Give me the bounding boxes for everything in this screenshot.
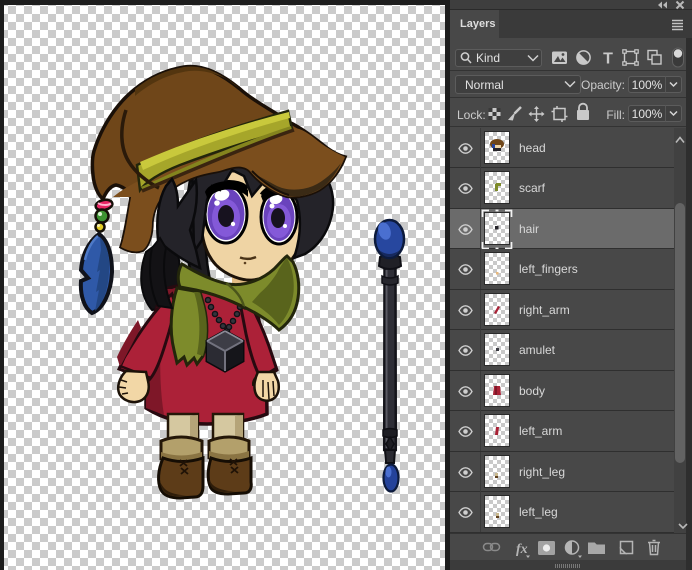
svg-text:T: T <box>603 51 613 68</box>
